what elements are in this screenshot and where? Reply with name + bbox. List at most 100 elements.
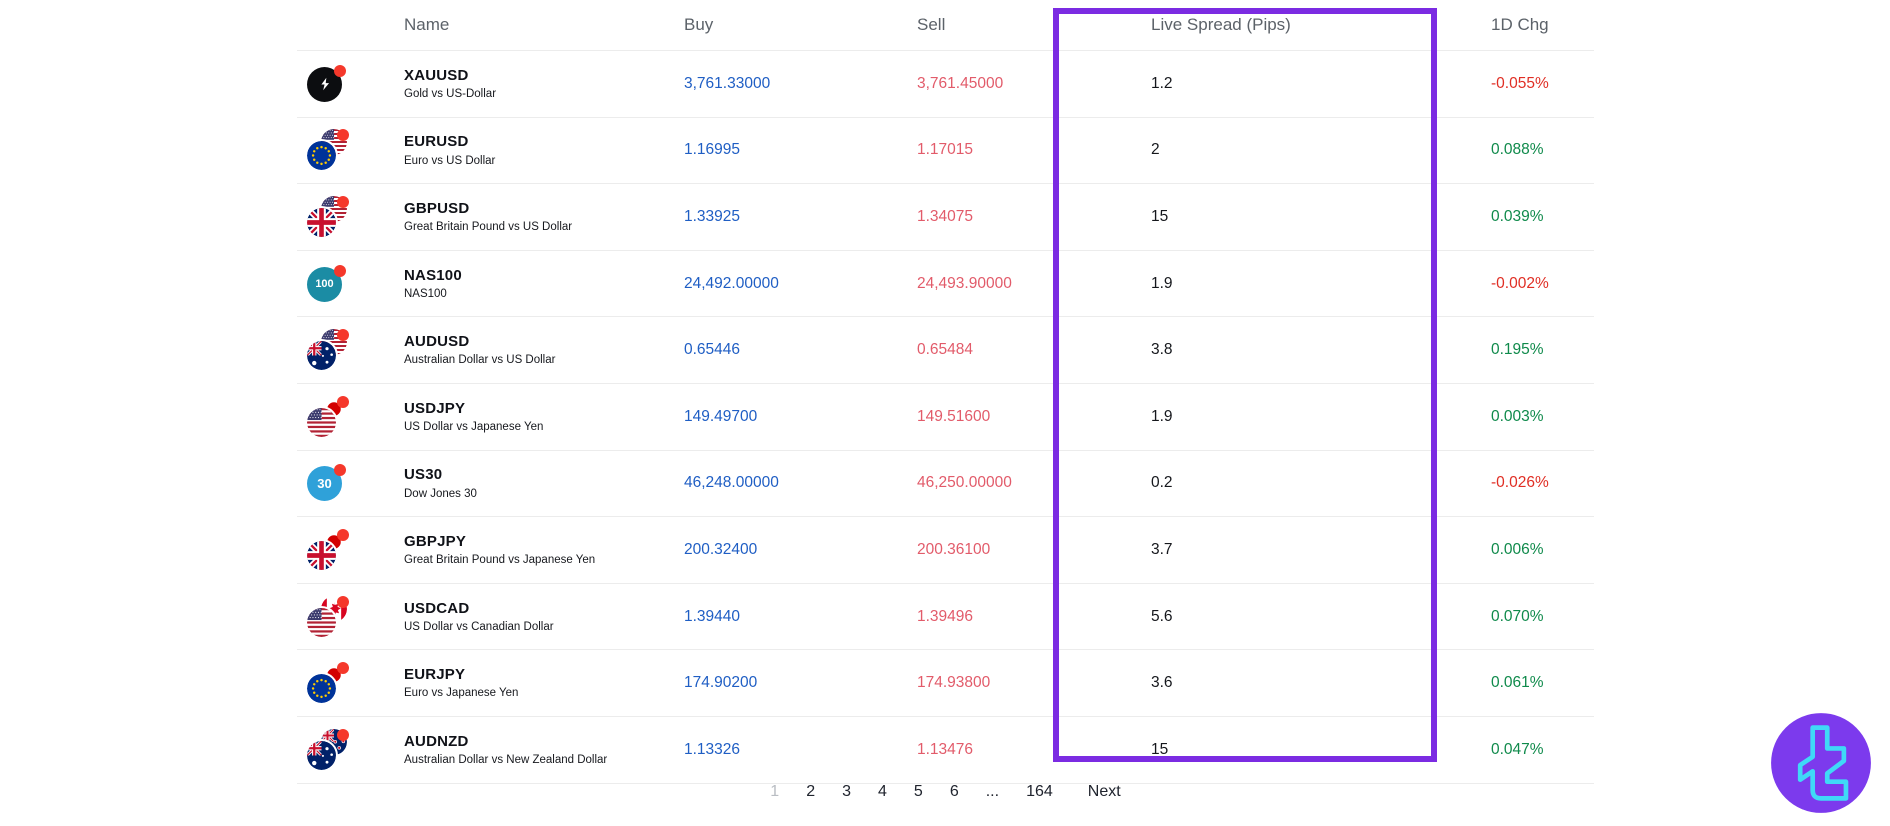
instrument-description: US Dollar vs Japanese Yen <box>404 421 544 434</box>
sell-price[interactable]: 149.51600 <box>917 408 1151 426</box>
table-row-usdjpy[interactable]: USDJPY US Dollar vs Japanese Yen 149.49700… <box>297 384 1594 451</box>
instrument-name-cell: USDCAD US Dollar vs Canadian Dollar <box>404 600 684 634</box>
daily-change-value: 0.006% <box>1491 540 1544 558</box>
table-row-eurusd[interactable]: EURUSD Euro vs US Dollar 1.16995 1.17015 2 0.… <box>297 118 1594 185</box>
live-spread-value: 1.9 <box>1151 407 1173 425</box>
table-row-audusd[interactable]: AUDUSD Australian Dollar vs US Dollar 0.65… <box>297 317 1594 384</box>
instrument-symbol: USDCAD <box>404 599 470 617</box>
alert-dot-icon <box>337 595 349 608</box>
column-header-1d-chg: 1D Chg <box>1491 15 1549 34</box>
alert-dot-icon <box>337 728 349 741</box>
table-row-gbpusd[interactable]: GBPUSD Great Britain Pound vs US Dollar 1.… <box>297 184 1594 251</box>
column-header-name: Name <box>404 15 450 34</box>
instrument-icon-cell <box>297 728 404 771</box>
instrument-pair-icon <box>305 528 353 571</box>
instrument-symbol-icon: 100 <box>305 263 353 305</box>
instruments-table: Name Buy Sell Live Spread (Pips) 1D Chg … <box>297 0 1594 784</box>
flag-us-icon <box>307 607 336 637</box>
live-spread-value: 3.7 <box>1151 540 1173 558</box>
instrument-name-cell: EURJPY Euro vs Japanese Yen <box>404 666 684 700</box>
buy-price[interactable]: 0.65446 <box>684 341 917 359</box>
instrument-name-cell: AUDUSD Australian Dollar vs US Dollar <box>404 333 684 367</box>
page-2[interactable]: 2 <box>801 779 820 805</box>
column-header-live-spread: Live Spread (Pips) <box>1151 15 1291 34</box>
sell-price[interactable]: 1.13476 <box>917 741 1151 759</box>
alert-dot-icon <box>337 195 349 208</box>
page-5[interactable]: 5 <box>909 779 928 805</box>
instrument-name-cell: GBPUSD Great Britain Pound vs US Dollar <box>404 200 684 234</box>
instrument-icon-cell <box>297 395 404 438</box>
page-3[interactable]: 3 <box>837 779 856 805</box>
instrument-description: Great Britain Pound vs US Dollar <box>404 221 573 234</box>
instrument-name-cell: EURUSD Euro vs US Dollar <box>404 133 684 167</box>
instrument-icon-cell <box>297 595 404 638</box>
buy-price[interactable]: 1.39440 <box>684 608 917 626</box>
flag-au-icon <box>307 740 336 770</box>
daily-change-value: 0.088% <box>1491 141 1544 159</box>
page-1: 1 <box>770 783 780 800</box>
live-spread-value: 15 <box>1151 207 1169 225</box>
buy-price[interactable]: 174.90200 <box>684 674 917 692</box>
table-row-nas100[interactable]: 100 NAS100 NAS100 24,492.00000 24,493.90000 1… <box>297 251 1594 318</box>
instrument-pair-icon <box>305 662 353 704</box>
instrument-icon-cell <box>297 129 404 171</box>
instrument-symbol-icon <box>305 63 353 105</box>
sell-price[interactable]: 3,761.45000 <box>917 75 1151 93</box>
instrument-icon-cell <box>297 329 404 371</box>
buy-price[interactable]: 149.49700 <box>684 408 917 426</box>
instrument-description: Euro vs Japanese Yen <box>404 687 519 700</box>
sell-price[interactable]: 24,493.90000 <box>917 275 1151 293</box>
next-page-button[interactable]: Next <box>1083 779 1126 805</box>
instrument-pair-icon <box>305 129 353 171</box>
daily-change-value: -0.055% <box>1491 74 1549 92</box>
flag-gb-icon <box>307 540 336 570</box>
sell-price[interactable]: 0.65484 <box>917 341 1151 359</box>
instrument-symbol: AUDNZD <box>404 732 469 750</box>
buy-price[interactable]: 1.13326 <box>684 741 917 759</box>
buy-price[interactable]: 46,248.00000 <box>684 474 917 492</box>
table-row-gbpjpy[interactable]: GBPJPY Great Britain Pound vs Japanese Ye… <box>297 517 1594 584</box>
brand-logo-icon <box>1769 711 1873 815</box>
instrument-symbol: GBPJPY <box>404 533 467 550</box>
flag-gb-icon <box>307 207 336 237</box>
sell-price[interactable]: 46,250.00000 <box>917 474 1151 492</box>
sell-price[interactable]: 1.39496 <box>917 608 1151 626</box>
table-row-xauusd[interactable]: XAUUSD Gold vs US-Dollar 3,761.33000 3,761.… <box>297 51 1594 118</box>
alert-dot-icon <box>334 264 346 277</box>
flag-au-icon <box>307 341 336 371</box>
buy-price[interactable]: 3,761.33000 <box>684 75 917 93</box>
instrument-symbol: USDJPY <box>404 399 466 417</box>
instrument-icon-cell: 100 <box>297 263 404 305</box>
instrument-pair-icon <box>305 728 353 771</box>
page-4[interactable]: 4 <box>873 779 892 805</box>
buy-price[interactable]: 1.16995 <box>684 141 917 159</box>
live-spread-value: 0.2 <box>1151 474 1173 492</box>
instrument-name-cell: NAS100 NAS100 <box>404 267 684 301</box>
instrument-name-cell: GBPJPY Great Britain Pound vs Japanese Ye… <box>404 533 684 567</box>
live-spread-value: 1.9 <box>1151 274 1173 292</box>
instrument-description: Euro vs US Dollar <box>404 154 496 167</box>
table-row-eurjpy[interactable]: EURJPY Euro vs Japanese Yen 174.90200 174.9… <box>297 650 1594 717</box>
sell-price[interactable]: 174.93800 <box>917 674 1151 692</box>
buy-price[interactable]: 200.32400 <box>684 541 917 559</box>
live-spread-value: 1.2 <box>1151 74 1173 92</box>
live-spread-value: 5.6 <box>1151 607 1173 625</box>
instrument-pair-icon <box>305 395 353 438</box>
table-row-usdcad[interactable]: USDCAD US Dollar vs Canadian Dollar 1.3944… <box>297 584 1594 651</box>
sell-price[interactable]: 200.36100 <box>917 541 1151 559</box>
sell-price[interactable]: 1.34075 <box>917 208 1151 226</box>
live-spread-value: 15 <box>1151 740 1169 758</box>
instrument-description: Gold vs US-Dollar <box>404 88 497 101</box>
buy-price[interactable]: 24,492.00000 <box>684 275 917 293</box>
column-header-sell: Sell <box>917 15 946 34</box>
table-row-us30[interactable]: 30 US30 Dow Jones 30 46,248.00000 46,250.000… <box>297 451 1594 518</box>
page-164[interactable]: 164 <box>1021 779 1058 805</box>
page-6[interactable]: 6 <box>945 779 964 805</box>
buy-price[interactable]: 1.33925 <box>684 208 917 226</box>
sell-price[interactable]: 1.17015 <box>917 141 1151 159</box>
pagination: 1 2 3 4 5 6... 164 Next <box>297 770 1594 814</box>
table-header-row: Name Buy Sell Live Spread (Pips) 1D Chg <box>297 0 1594 51</box>
instrument-icon-cell <box>297 528 404 571</box>
daily-change-value: 0.195% <box>1491 341 1544 359</box>
instrument-icon-cell: 30 <box>297 462 404 504</box>
